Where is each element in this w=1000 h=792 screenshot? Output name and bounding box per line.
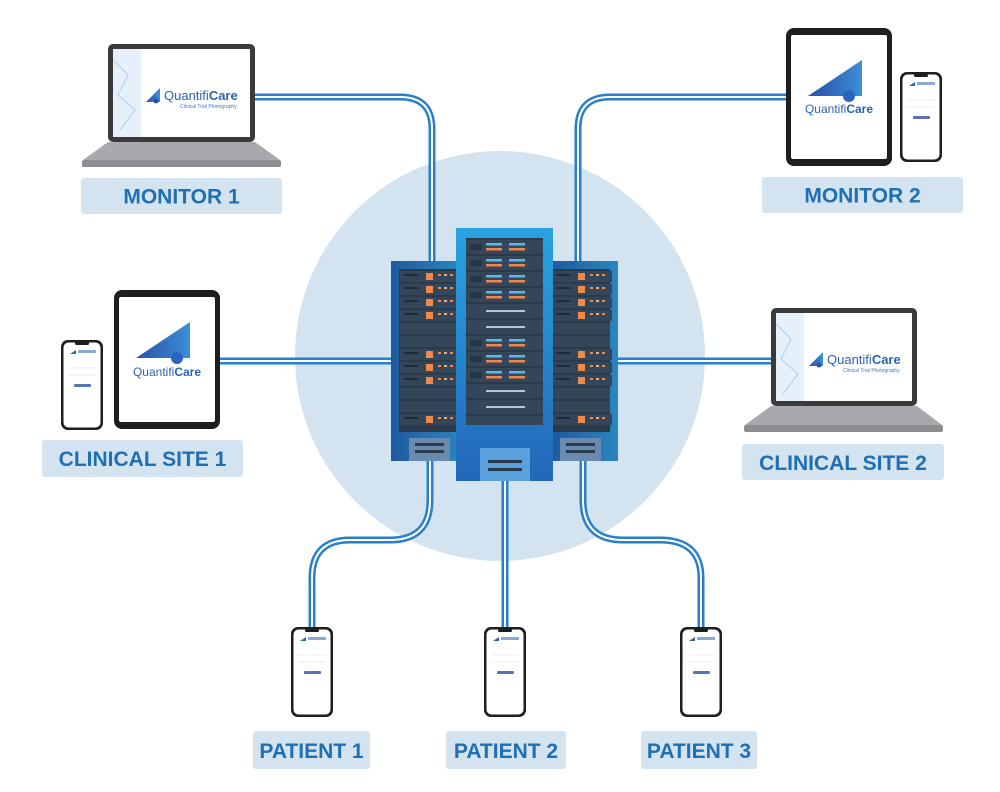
label-site1: CLINICAL SITE 1 [59, 448, 227, 471]
label-patient1: PATIENT 1 [259, 740, 364, 763]
site2-laptop: QuantifiCare Clinical Trial Photography [744, 308, 943, 432]
label-patient2: PATIENT 2 [454, 740, 558, 763]
svg-text:QuantifiCare: QuantifiCare [164, 88, 238, 103]
patient1-phone [290, 626, 334, 718]
svg-text:QuantifiCare: QuantifiCare [805, 102, 873, 116]
svg-text:QuantifiCare: QuantifiCare [827, 352, 901, 367]
patient2-phone [483, 626, 527, 718]
label-monitor1: MONITOR 1 [123, 186, 240, 209]
label-site2: CLINICAL SITE 2 [759, 452, 927, 475]
label-monitor2: MONITOR 2 [804, 185, 920, 208]
monitor1-laptop: QuantifiCare Clinical Trial Photography [82, 44, 281, 167]
svg-text:Clinical Trial Photography: Clinical Trial Photography [843, 368, 900, 374]
patient3-phone [679, 626, 723, 718]
label-patient3: PATIENT 3 [647, 740, 751, 763]
server-rack-center [456, 228, 553, 481]
server-rack-right [552, 261, 618, 461]
server-racks [391, 228, 618, 481]
svg-text:Clinical Trial Photography: Clinical Trial Photography [180, 104, 237, 110]
network-diagram: QuantifiCare Clinical Trial Photography … [42, 28, 963, 769]
server-rack-left [391, 261, 461, 461]
svg-text:QuantifiCare: QuantifiCare [133, 365, 201, 379]
monitor2-devices: QuantifiCare [786, 28, 943, 166]
site1-devices: QuantifiCare [60, 290, 220, 431]
